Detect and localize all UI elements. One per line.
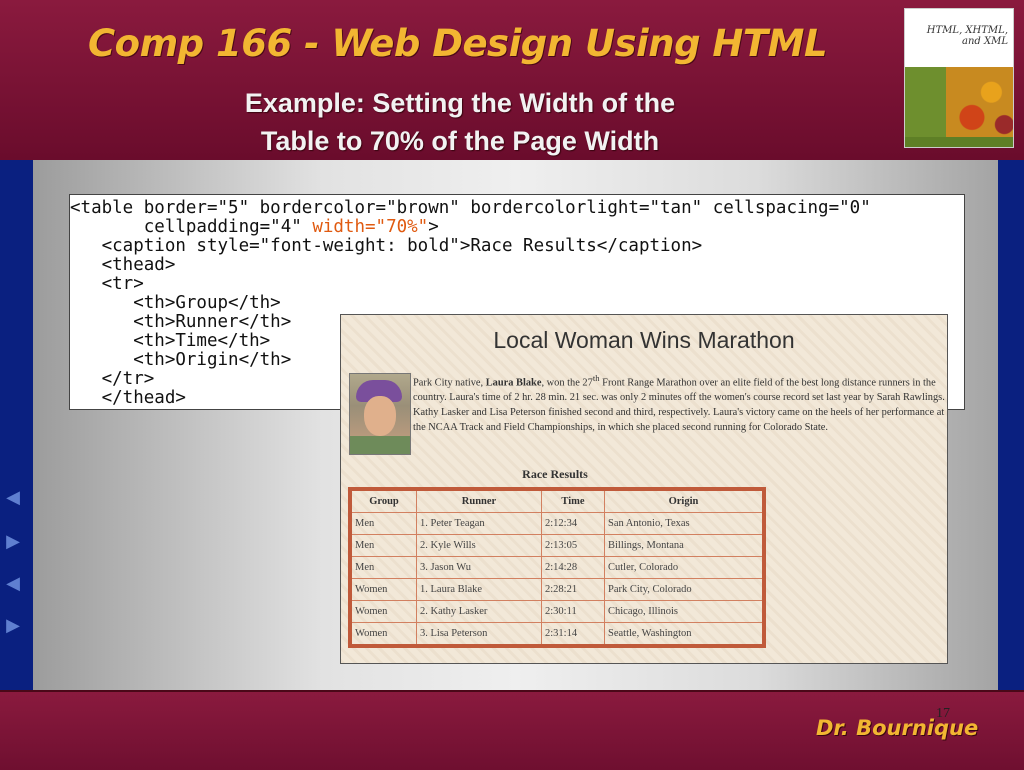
- first-slide-icon[interactable]: ◀​: [2, 486, 24, 508]
- article-text-part: , won the 27: [541, 377, 593, 389]
- table-caption: Race Results: [522, 467, 588, 481]
- runner-photo: [349, 373, 411, 455]
- article-runner-name: Laura Blake: [485, 377, 542, 389]
- book-cover-title-line-2: and XML: [962, 36, 1008, 47]
- table-cell: 2:31:14: [541, 622, 605, 647]
- prev-slide-icon[interactable]: ◀: [2, 572, 24, 594]
- code-line: <th>Time</th>: [70, 331, 271, 351]
- table-row: Women 2. Kathy Lasker 2:30:11 Chicago, Illi…: [349, 600, 765, 623]
- article-text-part: Park City native,: [413, 377, 486, 389]
- table-cell: 2:14:28: [541, 556, 605, 579]
- slide-title-line-1: Example: Setting the Width of the: [244, 88, 676, 118]
- table-cell: Women: [349, 600, 417, 623]
- code-line: <th>Runner</th>: [70, 312, 292, 332]
- slide-title-line-2: Table to 70% of the Page Width: [260, 126, 660, 156]
- race-table-body: Men 1. Peter Teagan 2:12:34 San Antonio, Te…: [349, 512, 765, 647]
- code-line: <caption style="font-weight: bold">Race …: [70, 236, 703, 256]
- right-strip: [998, 160, 1024, 690]
- code-highlight: width="70%": [312, 217, 429, 237]
- last-slide-icon[interactable]: ▶​: [2, 614, 24, 636]
- browser-screenshot: Local Woman Wins Marathon Park City nati…: [340, 314, 948, 664]
- table-row: Men 3. Jason Wu 2:14:28 Cutler, Colorado: [349, 556, 765, 579]
- slide-title: Example: Setting the Width of the Table …: [150, 84, 770, 160]
- book-cover-title: HTML, XHTML, and XML: [927, 25, 1008, 47]
- table-cell: Chicago, Illinois: [604, 600, 765, 623]
- table-row: Men 2. Kyle Wills 2:13:05 Billings, Montana: [349, 534, 765, 557]
- table-header-row: Group Runner Time Origin: [349, 488, 765, 513]
- photo-shoulder: [350, 436, 410, 454]
- code-text: >: [428, 217, 439, 237]
- table-cell: Men: [349, 534, 417, 557]
- table-cell: Women: [349, 622, 417, 647]
- left-nav-strip: ◀​ ▶ ◀ ▶​: [0, 160, 33, 690]
- table-cell: 2:28:21: [541, 578, 605, 601]
- code-line: </tr>: [70, 369, 155, 389]
- column-header: Group: [349, 488, 417, 513]
- code-line: <th>Group</th>: [70, 293, 281, 313]
- table-cell: Women: [349, 578, 417, 601]
- photo-face: [364, 396, 396, 436]
- table-row: Men 1. Peter Teagan 2:12:34 San Antonio, Te…: [349, 512, 765, 535]
- next-slide-icon[interactable]: ▶: [2, 530, 24, 552]
- table-cell: Park City, Colorado: [604, 578, 765, 601]
- column-header: Time: [541, 488, 605, 513]
- column-header: Runner: [416, 488, 542, 513]
- code-line: cellpadding="4" width="70%">: [70, 218, 439, 237]
- table-cell: 2:13:05: [541, 534, 605, 557]
- code-line: <th>Origin</th>: [70, 350, 292, 370]
- slide-header: Comp 166 - Web Design Using HTML Example…: [0, 0, 1024, 160]
- book-cover-image: HTML, XHTML, and XML: [904, 8, 1014, 148]
- table-cell: 3. Jason Wu: [416, 556, 542, 579]
- table-cell: 3. Lisa Peterson: [416, 622, 542, 647]
- code-line: <table border="5" bordercolor="brown" bo…: [70, 198, 871, 218]
- table-cell: Men: [349, 512, 417, 535]
- code-line: </thead>: [70, 388, 186, 408]
- table-row: Women 3. Lisa Peterson 2:31:14 Seattle, Was…: [349, 622, 765, 647]
- table-cell: Men: [349, 556, 417, 579]
- code-line: <tr>: [70, 274, 144, 294]
- table-cell: Billings, Montana: [604, 534, 765, 557]
- code-text: cellpadding="4": [70, 217, 313, 237]
- book-cover-band: [905, 137, 1013, 147]
- course-title: Comp 166 - Web Design Using HTML: [88, 22, 828, 65]
- article-heading: Local Woman Wins Marathon: [493, 327, 795, 353]
- book-cover-title-line-1: HTML, XHTML,: [926, 25, 1008, 36]
- table-cell: 2. Kyle Wills: [416, 534, 542, 557]
- column-header: Origin: [604, 488, 765, 513]
- race-results-table: Group Runner Time Origin Men 1. Peter Tea…: [348, 487, 766, 648]
- table-cell: Cutler, Colorado: [604, 556, 765, 579]
- code-line: <thead>: [70, 255, 176, 275]
- article-superscript: th: [592, 373, 600, 383]
- table-cell: San Antonio, Texas: [604, 512, 765, 535]
- book-cover-art: [905, 67, 1013, 139]
- article-text: Park City native, Laura Blake, won the 2…: [413, 371, 945, 435]
- table-cell: 2:12:34: [541, 512, 605, 535]
- table-cell: 1. Peter Teagan: [416, 512, 542, 535]
- table-row: Women 1. Laura Blake 2:28:21 Park City, Col…: [349, 578, 765, 601]
- table-cell: 2:30:11: [541, 600, 605, 623]
- author-name: Dr. Bournique: [816, 716, 979, 740]
- table-cell: 2. Kathy Lasker: [416, 600, 542, 623]
- table-cell: 1. Laura Blake: [416, 578, 542, 601]
- table-cell: Seattle, Washington: [604, 622, 765, 647]
